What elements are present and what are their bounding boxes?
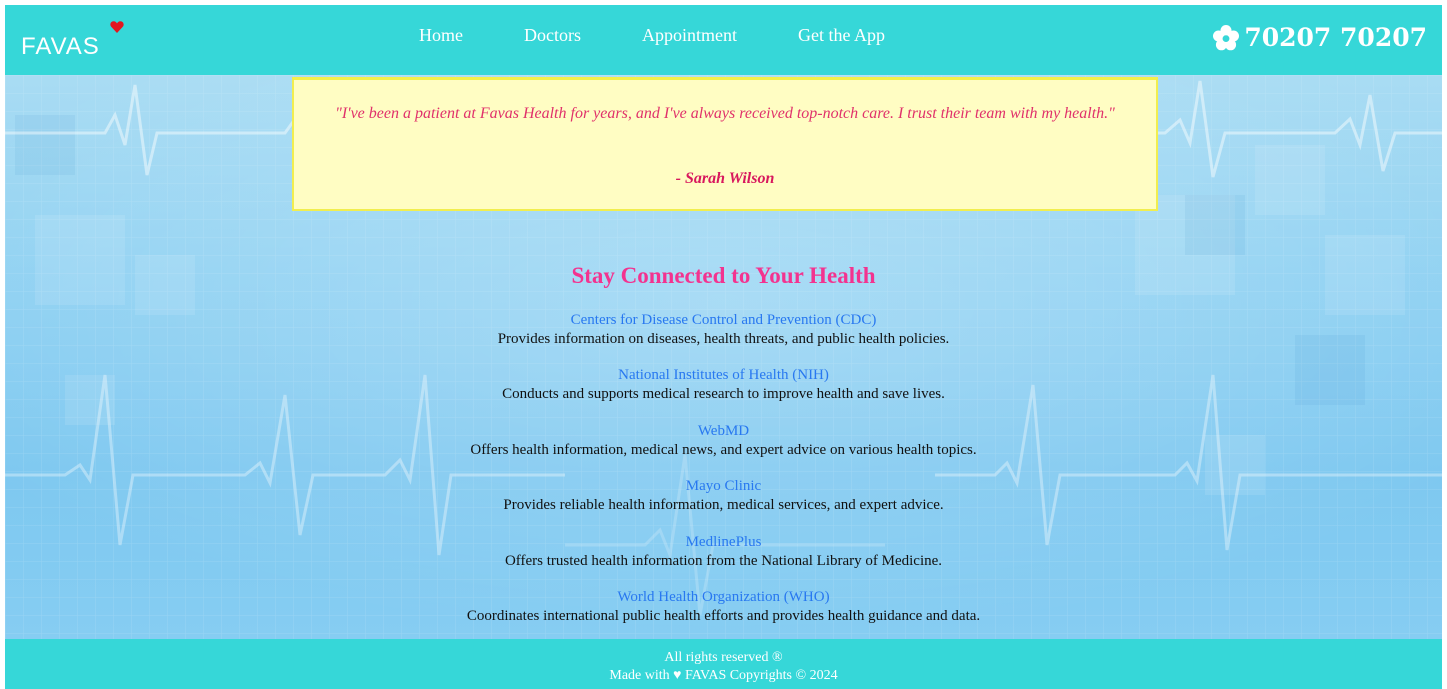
resource-link-who[interactable]: World Health Organization (WHO) — [5, 588, 1442, 607]
resource-item: National Institutes of Health (NIH) Cond… — [5, 366, 1442, 421]
resources-list: Centers for Disease Control and Preventi… — [5, 311, 1442, 639]
nav-home[interactable]: Home — [419, 25, 463, 46]
resource-description: Conducts and supports medical research t… — [502, 386, 945, 403]
resource-link-medlineplus[interactable]: MedlinePlus — [5, 533, 1442, 552]
testimonial-author: - Sarah Wilson — [675, 170, 775, 187]
phone-contact[interactable]: 70207 70207 — [1212, 23, 1427, 52]
nav-appointment[interactable]: Appointment — [642, 25, 737, 46]
logo[interactable]: FAVAS — [21, 33, 100, 61]
main-content: "I've been a patient at Favas Health for… — [5, 75, 1442, 639]
resource-item: MedlinePlus Offers trusted health inform… — [5, 533, 1442, 588]
nav-doctors[interactable]: Doctors — [524, 25, 581, 46]
resource-link-nih[interactable]: National Institutes of Health (NIH) — [5, 366, 1442, 385]
resource-link-cdc[interactable]: Centers for Disease Control and Preventi… — [5, 311, 1442, 330]
resource-link-mayo-clinic[interactable]: Mayo Clinic — [5, 477, 1442, 496]
testimonial-quote: "I've been a patient at Favas Health for… — [335, 105, 1115, 122]
resource-description: Provides information on diseases, health… — [497, 331, 950, 347]
resource-description: Offers health information, medical news,… — [470, 441, 977, 458]
header: FAVAS Home Doctors Appointment Get the A… — [5, 5, 1442, 75]
resource-description: Coordinates international public health … — [466, 607, 981, 624]
flower-icon — [1213, 24, 1240, 50]
footer-made-with: Made with ♥ FAVAS Copyrights © 2024 — [609, 668, 838, 683]
resource-description: Provides reliable health information, me… — [503, 497, 944, 514]
resource-item: Mayo Clinic Provides reliable health inf… — [5, 477, 1442, 532]
resource-item: World Health Organization (WHO) Coordina… — [5, 588, 1442, 639]
phone-number: 70207 70207 — [1244, 23, 1427, 52]
resource-item: Centers for Disease Control and Preventi… — [5, 311, 1442, 366]
footer-rights: All rights reserved ® — [664, 650, 783, 665]
nav-get-the-app[interactable]: Get the App — [798, 25, 885, 46]
resource-link-webmd[interactable]: WebMD — [5, 422, 1442, 441]
footer: All rights reserved ® Made with ♥ FAVAS … — [5, 639, 1442, 689]
page: FAVAS Home Doctors Appointment Get the A… — [5, 5, 1442, 689]
main-nav: Home Doctors Appointment Get the App — [419, 25, 946, 46]
testimonial-card: "I've been a patient at Favas Health for… — [292, 77, 1158, 211]
resources-title: Stay Connected to Your Health — [571, 263, 876, 288]
resource-description: Offers trusted health information from t… — [504, 552, 943, 569]
heart-icon — [110, 21, 124, 33]
resource-item: WebMD Offers health information, medical… — [5, 422, 1442, 477]
